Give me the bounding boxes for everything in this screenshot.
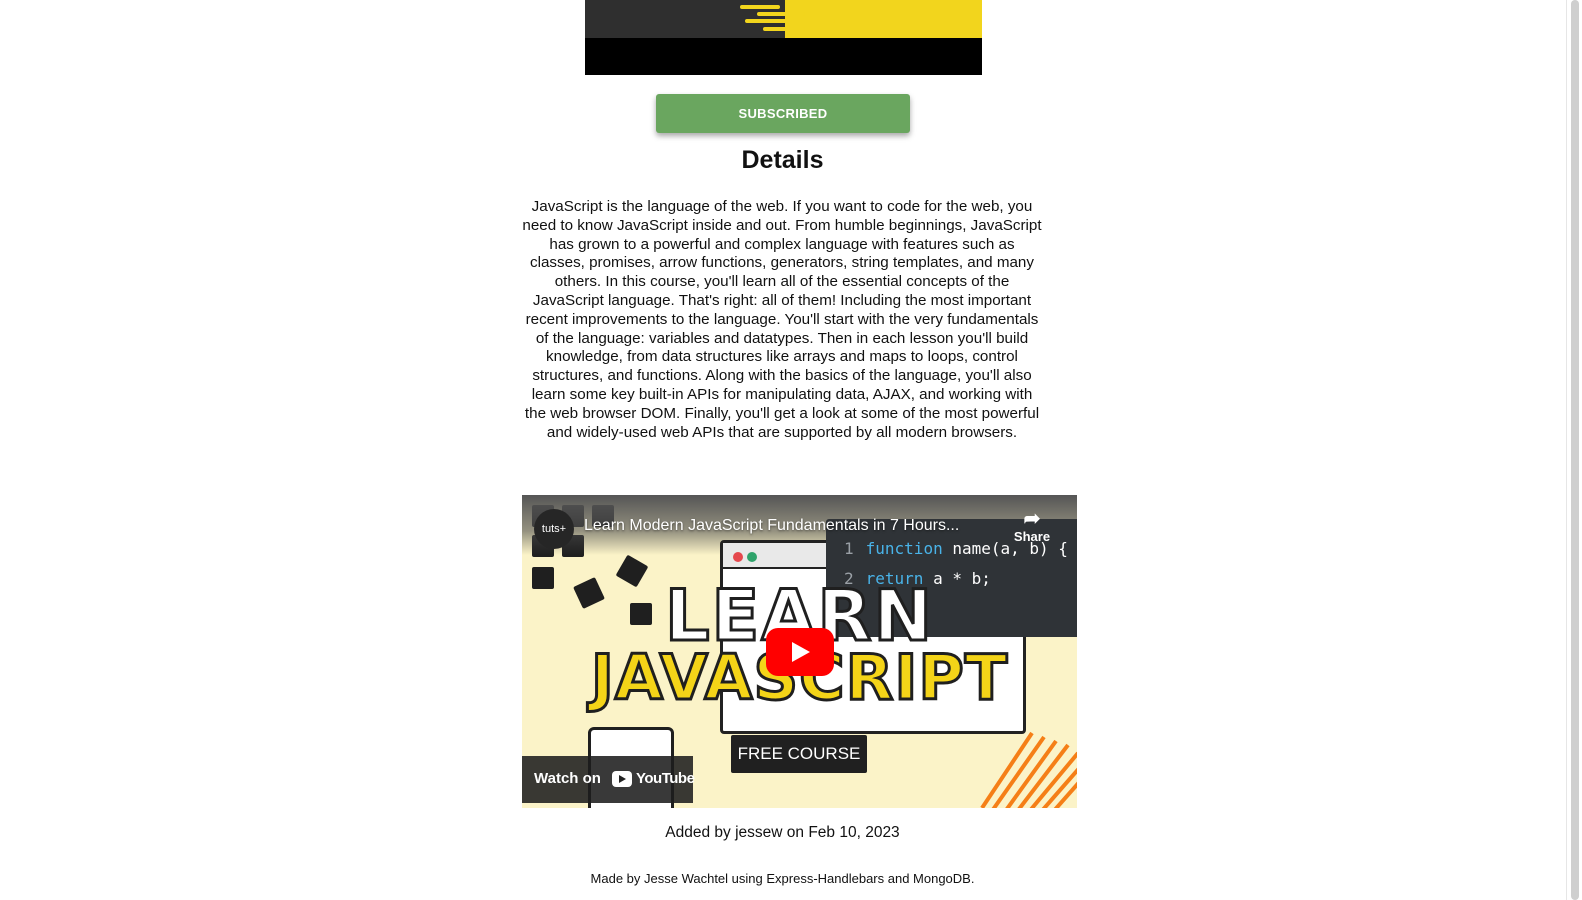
course-description: JavaScript is the language of the web. I…	[522, 198, 1042, 441]
page-footer: Made by Jesse Wachtel using Express-Hand…	[590, 871, 975, 886]
video-title-link[interactable]: Learn Modern JavaScript Fundamentals in …	[584, 517, 959, 535]
added-by-text: Added by jessew on Feb 10, 2023	[665, 824, 900, 841]
play-icon	[792, 642, 810, 662]
youtube-video-embed[interactable]: 1 function name(a, b) { 2 return a * b; LE…	[522, 495, 1077, 808]
details-heading: Details	[741, 146, 824, 174]
orange-scribble-decoration	[980, 731, 1077, 808]
play-button[interactable]	[766, 628, 834, 676]
watch-on-youtube-button[interactable]: Watch on YouTube	[522, 756, 695, 803]
course-banner-image	[585, 0, 982, 75]
share-label: Share	[1013, 529, 1051, 544]
share-icon: ➦	[1023, 508, 1041, 530]
subscribe-button[interactable]: SUBSCRIBED	[656, 94, 910, 133]
youtube-logo-icon	[612, 771, 632, 787]
youtube-wordmark: YouTube	[636, 770, 695, 787]
scrollbar-thumb[interactable]	[1571, 0, 1579, 900]
share-button[interactable]: ➦ Share	[1010, 509, 1054, 544]
watch-on-label: Watch on	[534, 770, 601, 787]
scrollbar[interactable]	[1566, 0, 1582, 900]
channel-avatar[interactable]: tuts+	[534, 509, 574, 549]
free-course-badge: FREE COURSE	[731, 735, 867, 773]
